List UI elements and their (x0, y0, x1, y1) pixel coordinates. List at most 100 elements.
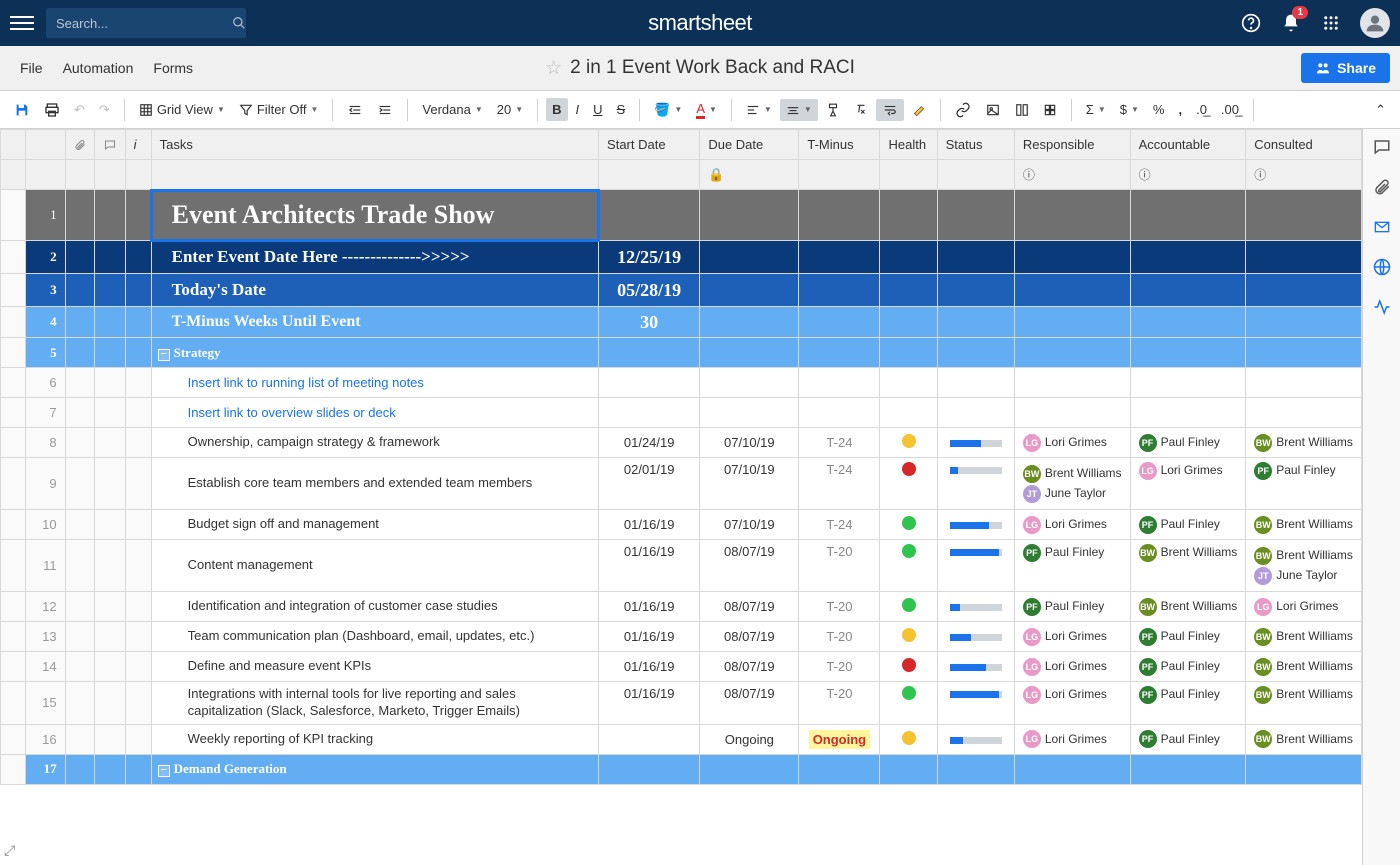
person-chip[interactable]: LGLori Grimes (1023, 516, 1122, 534)
health-indicator[interactable] (902, 462, 916, 476)
progress-bar[interactable] (950, 522, 1002, 529)
health-header[interactable]: Health (880, 130, 937, 160)
sheet-grid[interactable]: i Tasks Start Date Due Date T-Minus Heal… (0, 129, 1362, 785)
search-icon[interactable] (232, 16, 246, 30)
expand-toolbar-icon[interactable]: ⌃ (1369, 98, 1392, 122)
bold-button[interactable]: B (546, 98, 567, 121)
person-chip[interactable]: PFPaul Finley (1139, 730, 1238, 748)
table-row[interactable]: 12 Identification and integration of cus… (1, 592, 1362, 622)
activity-rail-icon[interactable] (1372, 297, 1392, 317)
table-row[interactable]: 7 Insert link to overview slides or deck (1, 398, 1362, 428)
table-row[interactable]: 14 Define and measure event KPIs 01/16/1… (1, 652, 1362, 682)
table-row[interactable]: 2 Enter Event Date Here -------------->>… (1, 241, 1362, 274)
person-chip[interactable]: BWBrent Williams (1254, 516, 1353, 534)
table-row[interactable]: 16 Weekly reporting of KPI tracking Ongo… (1, 724, 1362, 754)
table-row[interactable]: 3 Today's Date 05/28/19 (1, 274, 1362, 307)
proof-rail-icon[interactable] (1372, 217, 1392, 237)
italic-button[interactable]: I (570, 98, 586, 121)
info-icon[interactable]: ⓘ (1139, 168, 1151, 182)
progress-bar[interactable] (950, 664, 1002, 671)
automation-menu[interactable]: Automation (53, 54, 144, 82)
table-row[interactable]: 15 Integrations with internal tools for … (1, 682, 1362, 725)
person-chip[interactable]: LGLori Grimes (1254, 598, 1353, 616)
person-chip[interactable]: BWBrent Williams (1254, 686, 1353, 704)
progress-bar[interactable] (950, 737, 1002, 744)
table-row[interactable]: 17 −Demand Generation (1, 754, 1362, 784)
symbol-icon[interactable] (1037, 99, 1063, 121)
health-indicator[interactable] (902, 628, 916, 642)
person-chip[interactable]: LGLori Grimes (1023, 628, 1122, 646)
person-chip[interactable]: PFPaul Finley (1139, 686, 1238, 704)
favorite-star-icon[interactable]: ☆ (545, 57, 562, 80)
comma-icon[interactable]: , (1172, 98, 1188, 121)
health-indicator[interactable] (902, 658, 916, 672)
notifications-icon[interactable]: 1 (1280, 12, 1302, 34)
info-icon[interactable]: ⓘ (1023, 168, 1035, 182)
increase-decimal-icon[interactable]: .00̲ (1215, 98, 1245, 121)
publish-rail-icon[interactable] (1372, 257, 1392, 277)
align-left-icon[interactable]: ▼ (740, 99, 778, 121)
fill-color-button[interactable]: 🪣▼ (648, 98, 688, 122)
help-icon[interactable] (1240, 12, 1262, 34)
person-chip[interactable]: BWBrent Williams (1254, 658, 1353, 676)
undo-icon[interactable]: ↶ (68, 98, 91, 122)
table-row[interactable]: 6 Insert link to running list of meeting… (1, 368, 1362, 398)
image-icon[interactable] (979, 99, 1007, 121)
search-box[interactable] (46, 8, 246, 38)
expand-icon[interactable]: ⤢ (4, 842, 15, 859)
health-indicator[interactable] (902, 686, 916, 700)
person-chip[interactable]: BWBrent Williams (1254, 730, 1353, 748)
font-size-select[interactable]: 20 ▼ (491, 98, 529, 121)
table-row[interactable]: 4 T-Minus Weeks Until Event 30 (1, 307, 1362, 338)
share-button[interactable]: Share (1301, 53, 1390, 83)
attachments-rail-icon[interactable] (1372, 177, 1392, 197)
clear-format-icon[interactable] (848, 98, 874, 122)
status-header[interactable]: Status (937, 130, 1014, 160)
font-select[interactable]: Verdana ▼ (416, 98, 488, 121)
banner-cell[interactable]: Event Architects Trade Show (151, 190, 598, 241)
person-chip[interactable]: PFPaul Finley (1254, 462, 1353, 480)
health-indicator[interactable] (902, 598, 916, 612)
table-row[interactable]: 10 Budget sign off and management 01/16/… (1, 510, 1362, 540)
decrease-decimal-icon[interactable]: .0̲ (1190, 98, 1213, 121)
start-date-header[interactable]: Start Date (599, 130, 700, 160)
attachment-column-icon[interactable] (65, 130, 94, 160)
progress-bar[interactable] (950, 634, 1002, 641)
person-chip[interactable]: PFPaul Finley (1023, 598, 1122, 616)
tminus-header[interactable]: T-Minus (799, 130, 880, 160)
person-chip[interactable]: JTJune Taylor (1254, 567, 1353, 585)
align-middle-icon[interactable]: ▼ (780, 99, 818, 121)
table-row[interactable]: 13 Team communication plan (Dashboard, e… (1, 622, 1362, 652)
progress-bar[interactable] (950, 440, 1002, 447)
person-chip[interactable]: BWBrent Williams (1254, 628, 1353, 646)
accountable-header[interactable]: Accountable (1130, 130, 1246, 160)
due-date-header[interactable]: Due Date (700, 130, 799, 160)
info-icon[interactable]: ⓘ (1254, 168, 1266, 182)
percent-icon[interactable]: % (1147, 98, 1171, 121)
person-chip[interactable]: LGLori Grimes (1023, 658, 1122, 676)
person-chip[interactable]: PFPaul Finley (1139, 516, 1238, 534)
person-chip[interactable]: BWBrent Williams (1139, 598, 1238, 616)
search-input[interactable] (56, 16, 232, 31)
link-icon[interactable] (949, 98, 977, 122)
highlight-icon[interactable] (906, 98, 932, 122)
wrap-text-icon[interactable] (876, 99, 904, 121)
table-row[interactable]: 1 Event Architects Trade Show (1, 190, 1362, 241)
column-icon[interactable] (1009, 99, 1035, 121)
responsible-header[interactable]: Responsible (1014, 130, 1130, 160)
print-icon[interactable] (38, 98, 66, 122)
currency-icon[interactable]: $▼ (1114, 98, 1145, 121)
outdent-icon[interactable] (341, 99, 369, 121)
person-chip[interactable]: PFPaul Finley (1139, 658, 1238, 676)
collapse-icon[interactable]: − (158, 349, 170, 361)
health-indicator[interactable] (902, 731, 916, 745)
progress-bar[interactable] (950, 549, 1002, 556)
comment-column-icon[interactable] (94, 130, 125, 160)
person-chip[interactable]: PFPaul Finley (1023, 544, 1122, 562)
person-chip[interactable]: LGLori Grimes (1023, 686, 1122, 704)
person-chip[interactable]: LGLori Grimes (1023, 434, 1122, 452)
sum-icon[interactable]: Σ▼ (1080, 98, 1112, 121)
text-color-button[interactable]: A▼ (690, 97, 723, 123)
person-chip[interactable]: PFPaul Finley (1139, 628, 1238, 646)
health-indicator[interactable] (902, 434, 916, 448)
